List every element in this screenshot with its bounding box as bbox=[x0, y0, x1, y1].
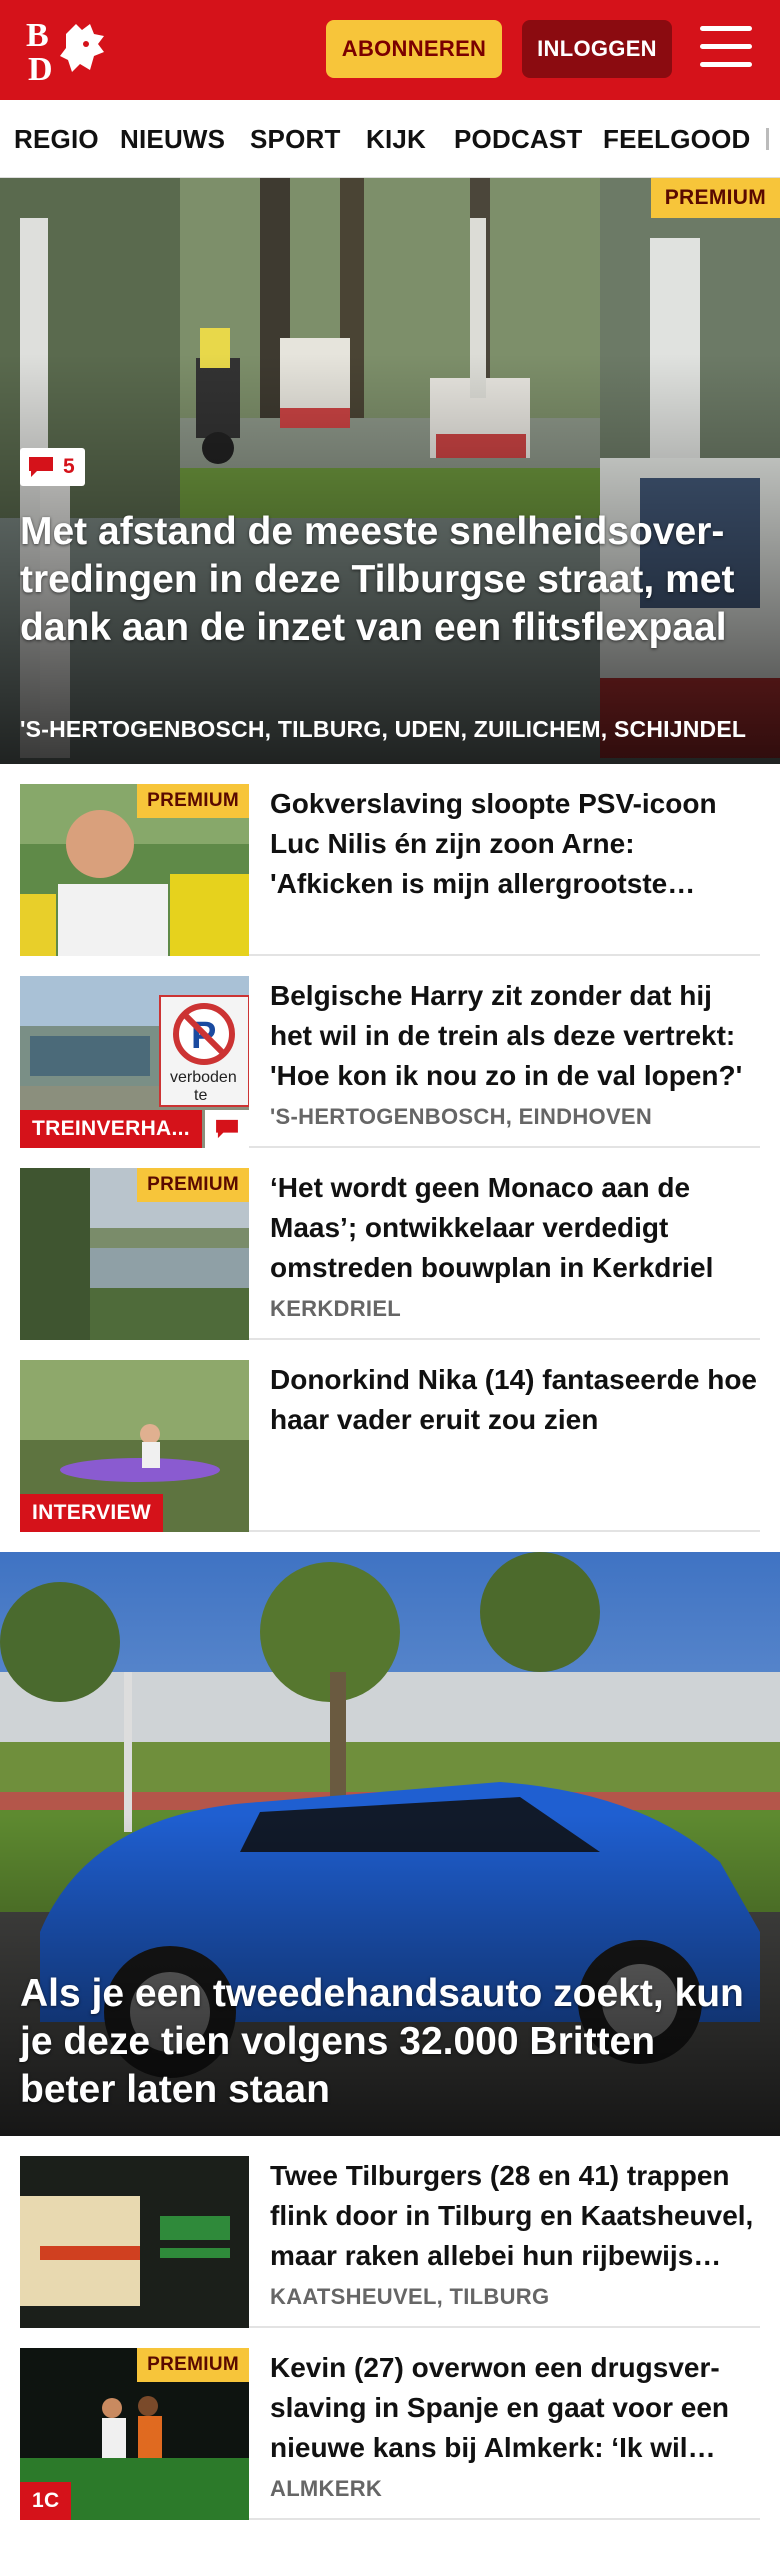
article-location: 'S-HERTOGENBOSCH, EINDHOVEN bbox=[270, 1104, 653, 1129]
list-item[interactable]: Twee Tilburgers (28 en 41) trappen flink… bbox=[20, 2156, 760, 2328]
article-title[interactable]: ‘Het wordt geen Monaco aan de Maas’; ont… bbox=[270, 1168, 760, 1288]
svg-text:verboden: verboden bbox=[170, 1069, 237, 1086]
article-thumbnail bbox=[20, 2156, 249, 2328]
nav-item-regio[interactable]: REGIO bbox=[14, 100, 99, 177]
premium-badge: PREMIUM bbox=[137, 2348, 249, 2382]
comment-count: 5 bbox=[63, 455, 75, 478]
premium-badge: PREMIUM bbox=[650, 178, 780, 218]
article-title[interactable]: Gokverslaving sloopte PSV-icoon Luc Nili… bbox=[270, 784, 760, 904]
hero-title[interactable]: Als je een tweedehandsauto zoekt, kun je… bbox=[20, 1970, 758, 2114]
hero-article[interactable]: PREMIUM 5 Met afstand de meeste snelheid… bbox=[0, 178, 780, 764]
category-label: 1C bbox=[20, 2482, 72, 2520]
subscribe-button[interactable]: ABONNEREN bbox=[326, 20, 502, 78]
comment-icon bbox=[216, 1119, 238, 1139]
article-title[interactable]: Donorkind Nika (14) fantaseerde hoe haar… bbox=[270, 1360, 760, 1440]
comment-icon bbox=[29, 457, 53, 477]
hero-locations: 'S-HERTOGENBOSCH, TILBURG, UDEN, ZUILICH… bbox=[20, 716, 747, 742]
nav-overflow-indicator bbox=[766, 128, 769, 150]
list-item[interactable]: INTERVIEW Donorkind Nika (14) fantaseerd… bbox=[20, 1360, 760, 1532]
hero-article-secondary[interactable]: Als je een tweedehandsauto zoekt, kun je… bbox=[0, 1552, 780, 2136]
article-thumbnail: INTERVIEW bbox=[20, 1360, 249, 1532]
svg-text:B: B bbox=[26, 17, 49, 54]
premium-badge: PREMIUM bbox=[137, 784, 249, 818]
article-location: KERKDRIEL bbox=[270, 1296, 402, 1321]
article-location: KAATSHEUVEL, TILBURG bbox=[270, 2284, 550, 2309]
nav-item-feelgood[interactable]: FEELGOOD bbox=[603, 100, 751, 177]
category-label: TREINVERHA... bbox=[20, 1110, 202, 1148]
article-title[interactable]: Kevin (27) overwon een drugsver­slaving … bbox=[270, 2348, 760, 2468]
login-button[interactable]: INLOGGEN bbox=[522, 20, 672, 78]
nav-item-podcast[interactable]: PODCAST bbox=[454, 100, 583, 177]
nav-item-sport[interactable]: SPORT bbox=[250, 100, 341, 177]
section-nav: REGIO NIEUWS SPORT KIJK PODCAST FEELGOOD bbox=[0, 100, 780, 178]
nav-item-kijk[interactable]: KIJK bbox=[366, 100, 426, 177]
comment-badge[interactable] bbox=[205, 1110, 249, 1148]
svg-text:te: te bbox=[194, 1087, 207, 1104]
category-label: INTERVIEW bbox=[20, 1494, 163, 1532]
hamburger-menu-icon[interactable] bbox=[700, 26, 752, 72]
article-thumbnail: P verboden te TREINVERHA... bbox=[20, 976, 249, 1148]
top-bar: B D ABONNEREN INLOGGEN bbox=[0, 0, 780, 100]
article-title[interactable]: Twee Tilburgers (28 en 41) trappen flink… bbox=[270, 2156, 760, 2276]
hero-title[interactable]: Met afstand de meeste snelheidsover­tred… bbox=[20, 508, 758, 652]
list-item[interactable]: PREMIUM ‘Het wordt geen Monaco aan de Ma… bbox=[20, 1168, 760, 1340]
article-thumbnail: PREMIUM bbox=[20, 1168, 249, 1340]
bd-logo[interactable]: B D bbox=[26, 16, 116, 84]
article-title[interactable]: Belgische Harry zit zonder dat hij het w… bbox=[270, 976, 760, 1096]
photo-police-car bbox=[20, 2156, 249, 2328]
list-item[interactable]: PREMIUM Gokverslaving sloopte PSV-icoon … bbox=[20, 784, 760, 956]
article-thumbnail: PREMIUM bbox=[20, 784, 249, 956]
list-item[interactable]: PREMIUM 1C Kevin (27) overwon een drugsv… bbox=[20, 2348, 760, 2520]
comment-count-badge[interactable]: 5 bbox=[20, 448, 85, 486]
article-thumbnail: PREMIUM 1C bbox=[20, 2348, 249, 2520]
nav-item-nieuws[interactable]: NIEUWS bbox=[120, 100, 225, 177]
article-location: ALMKERK bbox=[270, 2476, 383, 2501]
hero-photo-speed-camera bbox=[0, 178, 780, 764]
svg-text:D: D bbox=[28, 51, 53, 84]
list-item[interactable]: P verboden te TREINVERHA... Belgische Ha… bbox=[20, 976, 760, 1148]
premium-badge: PREMIUM bbox=[137, 1168, 249, 1202]
